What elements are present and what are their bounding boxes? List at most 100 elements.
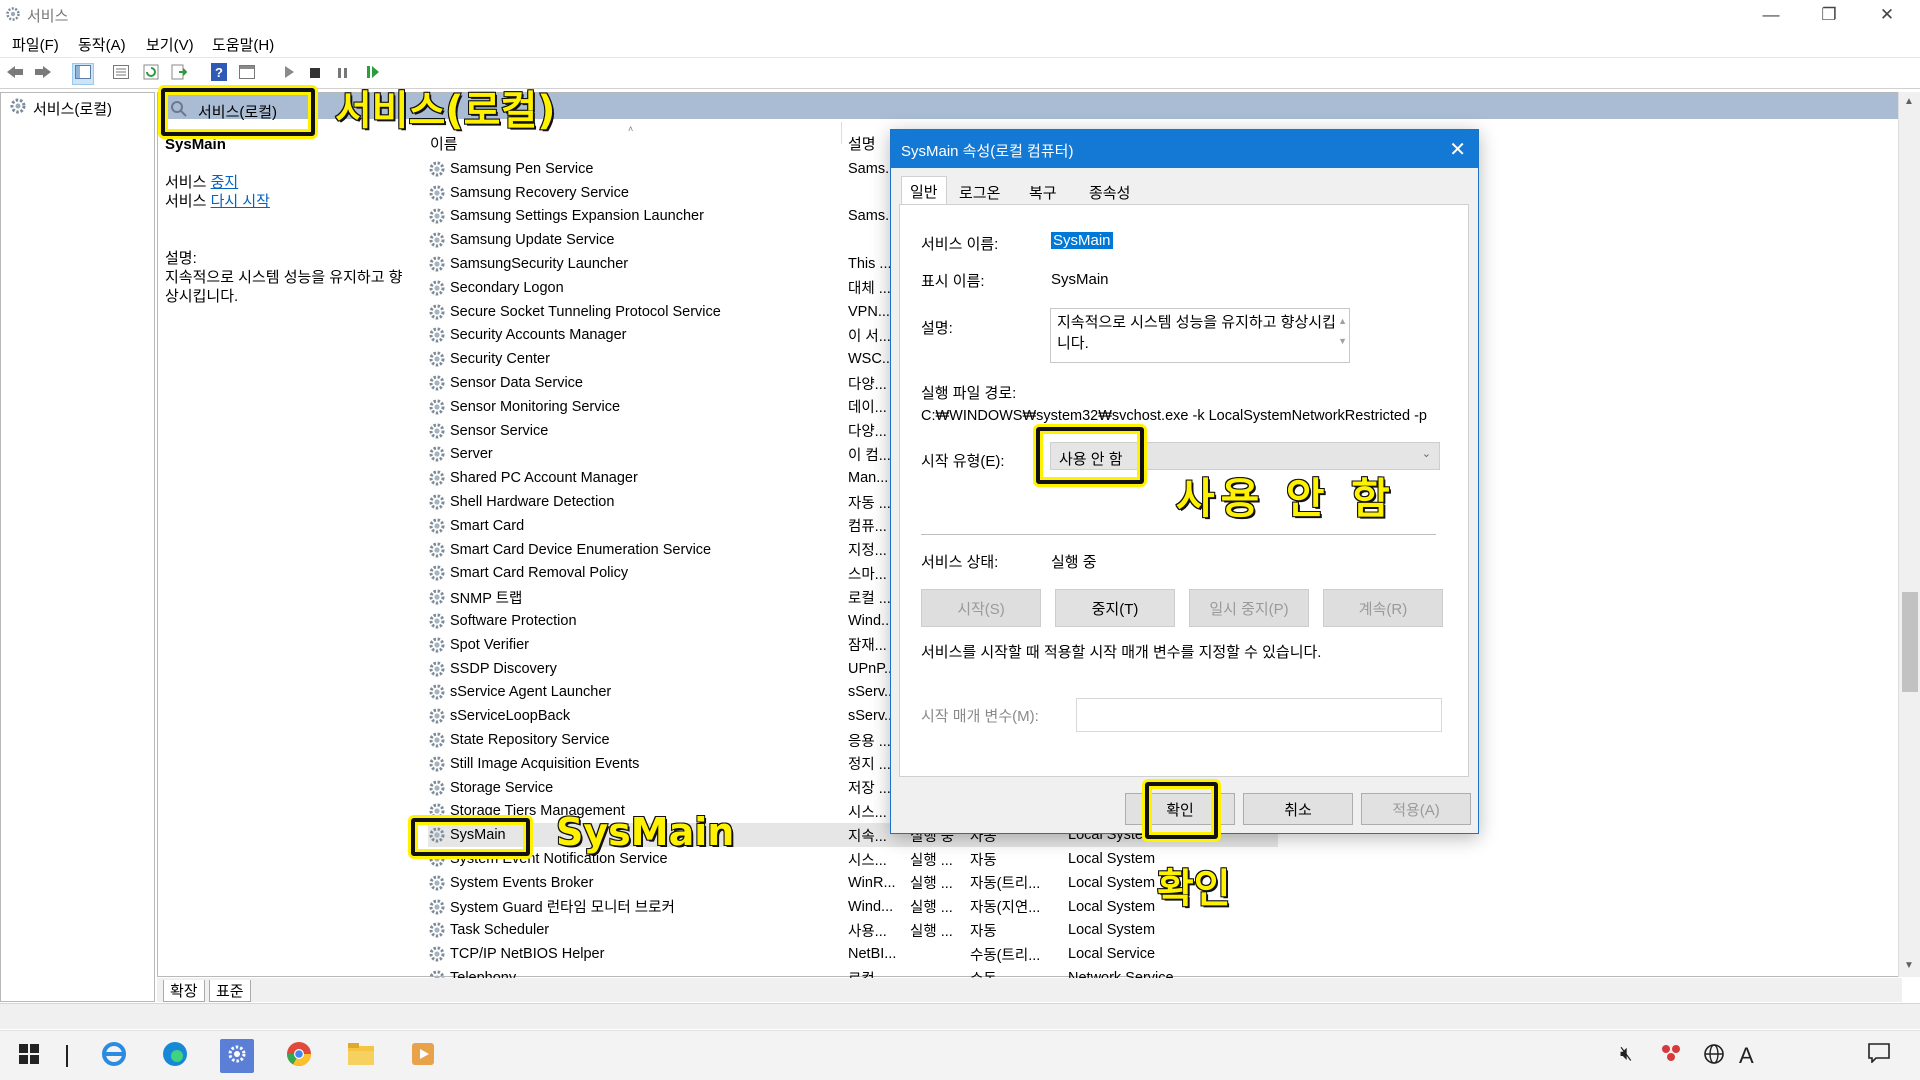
- service-description: sServ...: [848, 684, 896, 701]
- restore-button[interactable]: ❐: [1806, 0, 1852, 30]
- dialog-pause-button[interactable]: 일시 중지(P): [1189, 589, 1309, 627]
- service-gear-icon: [428, 374, 446, 392]
- chrome-taskbar-button[interactable]: [282, 1039, 316, 1073]
- refresh-button[interactable]: [140, 63, 162, 85]
- service-startup-type: 수동(트리...: [970, 947, 1041, 964]
- properties-button[interactable]: [110, 63, 132, 85]
- restart-service-link[interactable]: 다시 시작: [211, 193, 270, 210]
- dialog-resume-button[interactable]: 계속(R): [1323, 589, 1443, 627]
- service-row[interactable]: System Events Broker WinR... 실행 ... 자동(트리..…: [428, 871, 1278, 895]
- service-gear-icon: [428, 660, 446, 678]
- properties-icon: [113, 65, 129, 83]
- volume-muted-icon[interactable]: 🔇︎: [1620, 1043, 1633, 1066]
- console-tree-button[interactable]: [72, 63, 94, 85]
- stop-service-link[interactable]: 중지: [211, 174, 239, 191]
- console-tree: 서비스(로컬): [0, 92, 155, 1002]
- tree-node-services-local[interactable]: 서비스(로컬): [9, 97, 112, 119]
- service-name: Samsung Recovery Service: [450, 184, 629, 201]
- apply-button[interactable]: 적용(A): [1361, 793, 1471, 825]
- service-description: Sams...: [848, 160, 896, 177]
- dialog-stop-button[interactable]: 중지(T): [1055, 589, 1175, 627]
- explorer-taskbar-button[interactable]: [344, 1039, 378, 1073]
- service-gear-icon: [428, 945, 446, 963]
- service-description: WSC...: [848, 351, 894, 368]
- service-gear-icon: [428, 731, 446, 749]
- export-list-button[interactable]: [168, 63, 190, 85]
- chevron-down-icon: ⌄: [1421, 448, 1431, 460]
- start-service-button[interactable]: [278, 63, 300, 85]
- scrollbar-thumb[interactable]: [1902, 592, 1918, 692]
- column-header-desc[interactable]: 설명: [848, 133, 876, 154]
- taskbar-separator: [66, 1045, 68, 1067]
- service-name: SSDP Discovery: [450, 660, 557, 677]
- dialog-title-bar: SysMain 속성(로컬 컴퓨터) ✕: [891, 130, 1478, 168]
- globe-language-icon[interactable]: [1703, 1043, 1725, 1071]
- service-name-value[interactable]: SysMain: [1051, 232, 1113, 249]
- service-gear-icon: [428, 279, 446, 297]
- callout-confirm: 확인: [1156, 865, 1232, 913]
- show-pane-button[interactable]: [236, 63, 258, 85]
- service-name: Software Protection: [450, 613, 577, 630]
- start-button[interactable]: [12, 1039, 46, 1073]
- input-mode-indicator[interactable]: A: [1739, 1043, 1754, 1069]
- service-description: 컴퓨...: [848, 519, 887, 536]
- notification-center-icon[interactable]: [1868, 1043, 1890, 1069]
- service-row[interactable]: TCP/IP NetBIOS Helper NetBI... 수동(트리... Loc…: [428, 942, 1278, 966]
- media-taskbar-button[interactable]: [406, 1039, 440, 1073]
- path-value: C:₩WINDOWS₩system32₩svchost.exe -k Local…: [921, 408, 1427, 424]
- column-header-name[interactable]: 이름: [430, 133, 458, 154]
- refresh-icon: [143, 64, 159, 84]
- service-description: 이 서...: [848, 328, 891, 345]
- service-name: Security Center: [450, 351, 550, 368]
- tab-recovery[interactable]: 복구: [1021, 178, 1065, 204]
- stop-service-button[interactable]: [304, 63, 326, 85]
- service-description: UPnP...: [848, 660, 896, 677]
- tab-dependencies[interactable]: 종속성: [1081, 178, 1138, 204]
- vertical-scrollbar[interactable]: ▲ ▼: [1898, 92, 1920, 977]
- path-label: 실행 파일 경로:: [921, 385, 1017, 402]
- service-description: This ...: [848, 256, 892, 273]
- service-gear-icon: [428, 184, 446, 202]
- description-scroll-icon[interactable]: ▲ ▼: [1338, 311, 1347, 351]
- service-status: 실행 ...: [910, 852, 953, 869]
- start-params-input[interactable]: [1076, 698, 1442, 732]
- chrome-icon: [285, 1040, 313, 1072]
- cancel-button[interactable]: 취소: [1243, 793, 1353, 825]
- service-gear-icon: [428, 636, 446, 654]
- scroll-down-icon[interactable]: ▼: [1904, 960, 1914, 971]
- service-name: Security Accounts Manager: [450, 327, 627, 344]
- status-bar: [0, 1003, 1920, 1029]
- edge-taskbar-button[interactable]: [158, 1039, 192, 1073]
- scroll-up-icon[interactable]: ▲: [1904, 96, 1914, 107]
- close-button[interactable]: ✕: [1864, 0, 1910, 30]
- tab-general[interactable]: 일반: [901, 176, 947, 205]
- help-button[interactable]: ?: [208, 63, 230, 85]
- forward-button[interactable]: [32, 63, 54, 85]
- folder-icon: [347, 1042, 375, 1070]
- help-icon: ?: [211, 63, 227, 85]
- service-name: sServiceLoopBack: [450, 708, 571, 725]
- menu-help[interactable]: 도움말(H): [212, 34, 274, 55]
- tab-extended[interactable]: 확장: [163, 980, 205, 1002]
- menu-action[interactable]: 동작(A): [78, 34, 126, 55]
- service-row[interactable]: Task Scheduler 사용... 실행 ... 자동 Local System: [428, 919, 1278, 943]
- dialog-start-button[interactable]: 시작(S): [921, 589, 1041, 627]
- display-name-value[interactable]: SysMain: [1051, 271, 1109, 288]
- sort-caret-icon: ˄: [628, 124, 634, 134]
- back-button[interactable]: [4, 63, 26, 85]
- dialog-close-icon[interactable]: ✕: [1449, 137, 1466, 162]
- services-taskbar-button[interactable]: [220, 1039, 254, 1073]
- tab-logon[interactable]: 로그온: [951, 178, 1008, 204]
- tab-standard[interactable]: 표준: [209, 980, 251, 1002]
- service-startup-type: 자동: [970, 852, 997, 869]
- taskbar: 🔇︎ A: [0, 1030, 1920, 1080]
- service-description: NetBI...: [848, 946, 896, 963]
- menu-file[interactable]: 파일(F): [12, 34, 59, 55]
- ie-taskbar-button[interactable]: [97, 1039, 131, 1073]
- video-player-icon: [410, 1041, 436, 1071]
- minimize-button[interactable]: —: [1748, 0, 1794, 30]
- menu-view[interactable]: 보기(V): [146, 34, 194, 55]
- description-textbox[interactable]: 지속적으로 시스템 성능을 유지하고 향상시킵니다. ▲ ▼: [1050, 308, 1350, 363]
- antivirus-tray-icon[interactable]: [1660, 1043, 1682, 1069]
- service-row[interactable]: System Guard 런타임 모니터 브로커 Wind... 실행 ... 자동(…: [428, 895, 1278, 919]
